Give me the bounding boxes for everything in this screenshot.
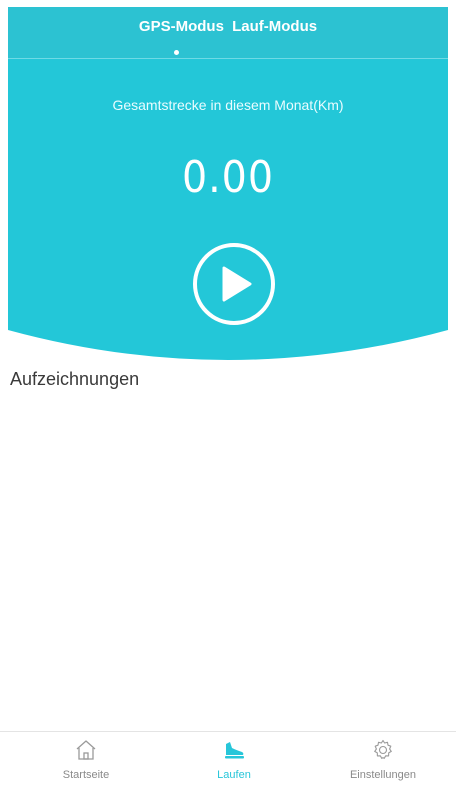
tab-settings[interactable]: Einstellungen bbox=[323, 732, 443, 785]
home-icon bbox=[76, 740, 96, 760]
tab-gps-mode[interactable]: GPS-Modus bbox=[139, 18, 224, 35]
tab-home-label: Startseite bbox=[62, 769, 110, 781]
tab-settings-label: Einstellungen bbox=[349, 769, 417, 781]
active-tab-indicator bbox=[174, 50, 179, 55]
running-screen: GPS-Modus Lauf-Modus Gesamtstrecke in di… bbox=[0, 0, 456, 785]
start-run-button[interactable] bbox=[192, 242, 276, 326]
header-divider bbox=[8, 58, 448, 59]
tab-run-mode[interactable]: Lauf-Modus bbox=[232, 18, 317, 35]
play-icon bbox=[193, 243, 275, 325]
running-shoe-icon bbox=[225, 742, 244, 759]
tab-run-label: Laufen bbox=[217, 769, 251, 781]
hero-panel: GPS-Modus Lauf-Modus Gesamtstrecke in di… bbox=[0, 0, 456, 362]
monthly-distance-value: 0.00 bbox=[181, 152, 275, 203]
bottom-tab-bar: Startseite Laufen Einstellungen bbox=[0, 731, 456, 785]
tab-home[interactable]: Startseite bbox=[26, 732, 146, 785]
monthly-distance-label: Gesamtstrecke in diesem Monat(Km) bbox=[112, 97, 344, 113]
tab-run[interactable]: Laufen bbox=[174, 732, 294, 785]
records-title: Aufzeichnungen bbox=[10, 369, 140, 389]
gear-icon bbox=[374, 739, 392, 759]
mode-tabs: GPS-Modus Lauf-Modus bbox=[0, 18, 456, 35]
